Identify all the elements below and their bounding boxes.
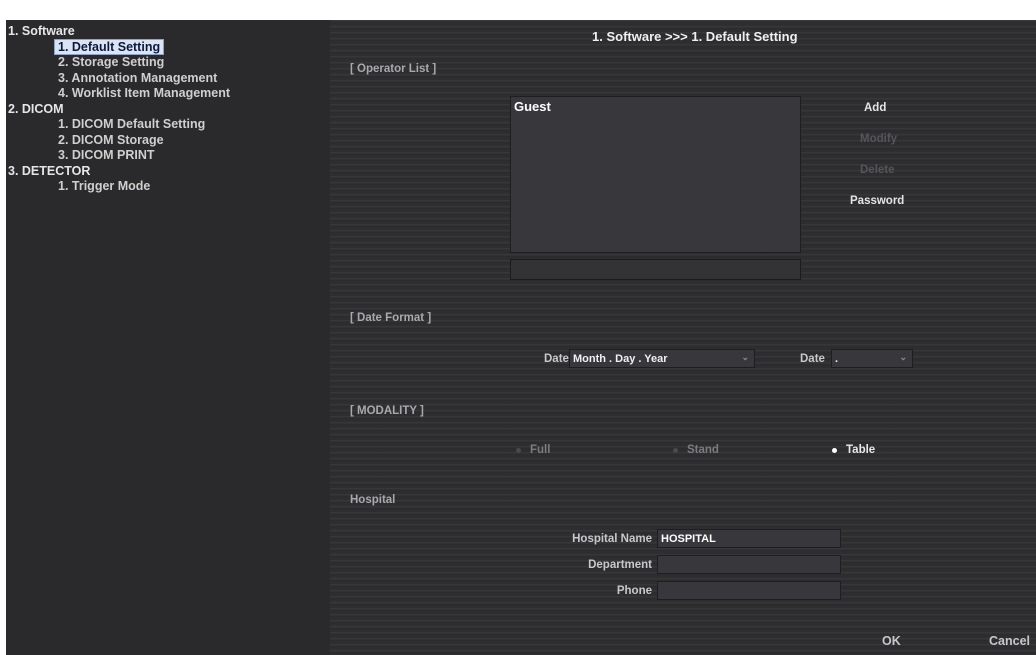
chevron-down-icon: ⌄ (741, 352, 749, 362)
main-panel: 1. Software >>> 1. Default Setting [ Ope… (330, 20, 1036, 655)
operator-list-heading: [ Operator List ] (350, 63, 437, 75)
date-separator-value: . (835, 353, 839, 365)
tree-category-software[interactable]: 1. Software (6, 24, 330, 40)
chevron-down-icon: ⌄ (899, 352, 907, 362)
tree-item-dicom-default-setting[interactable]: 1. DICOM Default Setting (6, 117, 330, 133)
date-order-select[interactable]: Month . Day . Year ⌄ (569, 349, 755, 368)
delete-button[interactable]: Delete (860, 164, 895, 176)
ok-button[interactable]: OK (882, 634, 901, 648)
breadcrumb: 1. Software >>> 1. Default Setting (592, 29, 798, 44)
settings-tree: 1. Software 1. Default Setting 2. Storag… (6, 20, 330, 195)
settings-window: 1. Software 1. Default Setting 2. Storag… (6, 20, 1036, 655)
tree-item-worklist-item-management[interactable]: 4. Worklist Item Management (6, 86, 330, 102)
phone-field[interactable] (657, 581, 841, 600)
add-button[interactable]: Add (864, 102, 886, 114)
tree-category-dicom[interactable]: 2. DICOM (6, 102, 330, 118)
tree-item-dicom-storage[interactable]: 2. DICOM Storage (6, 133, 330, 149)
modality-label-table: Table (846, 444, 876, 456)
date-separator-select[interactable]: . ⌄ (831, 349, 913, 368)
department-field[interactable] (657, 555, 841, 574)
operator-item-guest[interactable]: Guest (511, 97, 800, 114)
radio-dot-icon (673, 447, 678, 453)
tree-item-trigger-mode[interactable]: 1. Trigger Mode (6, 179, 330, 195)
modality-label-stand: Stand (687, 444, 719, 456)
tree-category-detector[interactable]: 3. DETECTOR (6, 164, 330, 180)
hospital-name-field[interactable]: HOSPITAL (657, 529, 841, 548)
tree-item-dicom-print[interactable]: 3. DICOM PRINT (6, 148, 330, 164)
tree-item-annotation-management[interactable]: 3. Annotation Management (6, 71, 330, 87)
cancel-button[interactable]: Cancel (989, 634, 1030, 648)
operator-input-field[interactable] (510, 259, 801, 280)
date-separator-label: Date (800, 353, 825, 365)
modify-button[interactable]: Modify (860, 133, 897, 145)
hospital-heading: Hospital (350, 494, 396, 506)
sidebar: 1. Software 1. Default Setting 2. Storag… (6, 20, 330, 655)
modality-heading: [ MODALITY ] (350, 405, 424, 417)
radio-dot-icon (832, 447, 837, 453)
modality-radio-stand[interactable]: Stand (673, 444, 719, 456)
modality-label-full: Full (530, 444, 551, 456)
hospital-name-label: Hospital Name (572, 533, 652, 545)
modality-radio-table[interactable]: Table (832, 444, 875, 456)
date-order-value: Month . Day . Year (573, 353, 668, 365)
modality-radio-full[interactable]: Full (516, 444, 550, 456)
date-order-label: Date (544, 353, 569, 365)
password-button[interactable]: Password (850, 195, 904, 207)
tree-item-storage-setting[interactable]: 2. Storage Setting (6, 55, 330, 71)
operator-listbox[interactable]: Guest (510, 96, 801, 253)
phone-label: Phone (616, 585, 652, 597)
date-format-heading: [ Date Format ] (350, 312, 432, 324)
department-label: Department (588, 559, 652, 571)
radio-dot-icon (516, 447, 521, 453)
tree-item-default-setting[interactable]: 1. Default Setting (6, 38, 330, 56)
